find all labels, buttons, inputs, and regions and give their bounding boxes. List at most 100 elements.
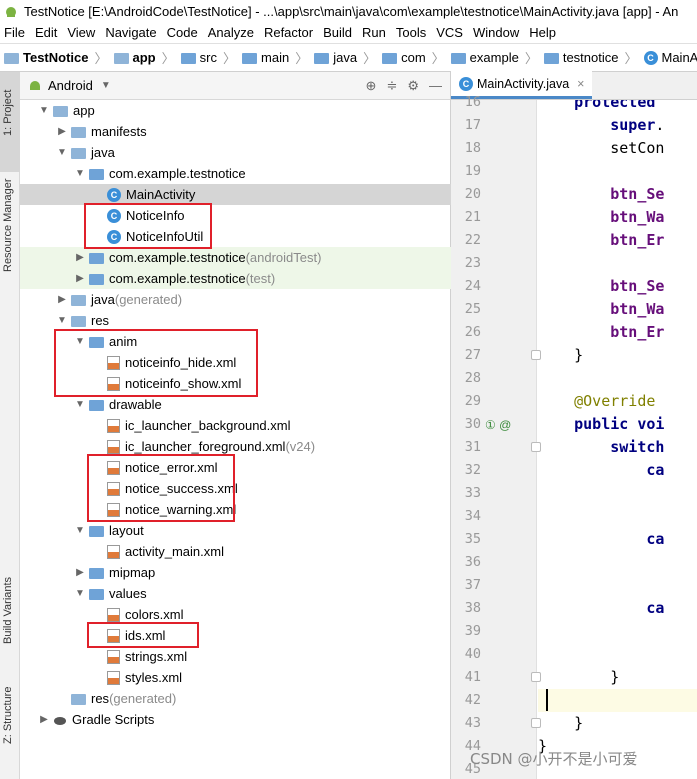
- code-line: ca: [646, 530, 665, 548]
- folder-icon: [382, 53, 398, 64]
- breadcrumb-item[interactable]: com: [382, 50, 426, 65]
- highlight-box-ids: [87, 622, 199, 648]
- expanded-arrow-icon[interactable]: ▼: [74, 525, 86, 536]
- expanded-arrow-icon[interactable]: ▼: [56, 315, 68, 326]
- tree-item[interactable]: ▼ java: [20, 142, 451, 163]
- breadcrumb-label: app: [132, 50, 156, 65]
- breadcrumb-item[interactable]: testnotice: [543, 50, 618, 65]
- tree-item[interactable]: ids.xml: [20, 625, 451, 646]
- menu-edit[interactable]: Edit: [31, 25, 63, 40]
- tree-item[interactable]: notice_error.xml: [20, 457, 451, 478]
- breadcrumb-item[interactable]: main: [242, 50, 289, 65]
- collapse-all-icon[interactable]: ≑: [386, 78, 397, 94]
- breadcrumb: TestNotice 〉 app 〉 src 〉 main 〉 java 〉 com 〉 example…: [0, 44, 697, 72]
- line-number: 37: [464, 577, 481, 593]
- collapsed-arrow-icon[interactable]: ▶: [38, 714, 50, 725]
- folder-icon: [450, 53, 466, 64]
- xml-file-icon: [107, 607, 120, 622]
- tree-item-label: mipmap: [109, 565, 156, 580]
- tree-item[interactable]: C MainActivity: [20, 184, 451, 205]
- code-line: super.: [610, 116, 665, 134]
- breadcrumb-item[interactable]: app: [113, 50, 156, 65]
- breadcrumb-item[interactable]: CMainActivity: [643, 50, 697, 65]
- tree-item[interactable]: ▶ com.example.testnotice (test): [20, 268, 451, 289]
- breadcrumb-item[interactable]: java: [314, 50, 357, 65]
- menu-view[interactable]: View: [63, 25, 101, 40]
- tree-item[interactable]: notice_success.xml: [20, 478, 451, 499]
- tree-item[interactable]: ▶ java (generated): [20, 289, 451, 310]
- hide-icon[interactable]: —: [429, 78, 442, 94]
- folder-icon: [71, 315, 86, 327]
- menu-window[interactable]: Window: [469, 25, 525, 40]
- line-number: 30: [464, 416, 481, 432]
- menu-run[interactable]: Run: [358, 25, 392, 40]
- tree-item[interactable]: ▼ res: [20, 310, 451, 331]
- menu-build[interactable]: Build: [319, 25, 358, 40]
- expanded-arrow-icon[interactable]: ▼: [74, 168, 86, 179]
- class-icon: C: [459, 76, 473, 91]
- tree-item[interactable]: ▶ com.example.testnotice (androidTest): [20, 247, 451, 268]
- collapsed-arrow-icon[interactable]: ▶: [74, 273, 86, 284]
- tree-item[interactable]: notice_warning.xml: [20, 499, 451, 520]
- chevron-down-icon[interactable]: ▼: [101, 80, 111, 91]
- expanded-arrow-icon[interactable]: ▼: [38, 105, 50, 116]
- menu-refactor[interactable]: Refactor: [260, 25, 319, 40]
- breadcrumb-item[interactable]: src: [180, 50, 217, 65]
- expanded-arrow-icon[interactable]: ▼: [74, 399, 86, 410]
- collapsed-arrow-icon[interactable]: ▶: [56, 126, 68, 137]
- folder-icon: [89, 567, 104, 579]
- collapsed-arrow-icon[interactable]: ▶: [74, 252, 86, 263]
- tab-label: MainActivity.java: [477, 76, 570, 91]
- tree-item[interactable]: ▼ com.example.testnotice: [20, 163, 451, 184]
- collapsed-arrow-icon[interactable]: ▶: [74, 567, 86, 578]
- locate-icon[interactable]: ⊕: [366, 78, 377, 94]
- tree-item[interactable]: ic_launcher_background.xml: [20, 415, 451, 436]
- tree-item[interactable]: styles.xml: [20, 667, 451, 688]
- tree-item[interactable]: strings.xml: [20, 646, 451, 667]
- menu-code[interactable]: Code: [163, 25, 204, 40]
- class-icon: C: [107, 187, 121, 202]
- menu-navigate[interactable]: Navigate: [101, 25, 162, 40]
- collapsed-arrow-icon[interactable]: ▶: [56, 294, 68, 305]
- menu-vcs[interactable]: VCS: [432, 25, 469, 40]
- chevron-right-icon: 〉: [524, 51, 538, 66]
- xml-file-icon: [107, 544, 120, 559]
- code-line: btn_Se: [610, 277, 665, 295]
- tree-item-label: values: [109, 586, 147, 601]
- tree-item[interactable]: ▼ app: [20, 100, 451, 121]
- tree-item[interactable]: ▶ Gradle Scripts: [20, 709, 451, 730]
- gear-icon[interactable]: ⚙: [407, 78, 419, 94]
- close-icon[interactable]: ×: [577, 77, 584, 91]
- tree-item[interactable]: ▼ layout: [20, 520, 451, 541]
- menu-tools[interactable]: Tools: [392, 25, 432, 40]
- tree-item[interactable]: ▶ mipmap: [20, 562, 451, 583]
- folder-icon: [71, 147, 86, 159]
- folder-icon: [71, 693, 86, 705]
- folder-icon: [314, 53, 330, 64]
- tree-item[interactable]: ▼ values: [20, 583, 451, 604]
- tab-resource-manager[interactable]: Resource Manager: [2, 178, 14, 272]
- breadcrumb-item[interactable]: TestNotice: [4, 50, 89, 65]
- tree-item-label: ic_launcher_background.xml: [125, 418, 291, 433]
- current-line-highlight: [538, 689, 697, 712]
- expanded-arrow-icon[interactable]: ▼: [74, 588, 86, 599]
- expanded-arrow-icon[interactable]: ▼: [56, 147, 68, 158]
- tree-item[interactable]: ▼ drawable: [20, 394, 451, 415]
- tree-item[interactable]: activity_main.xml: [20, 541, 451, 562]
- menu-analyze[interactable]: Analyze: [204, 25, 260, 40]
- menu-file[interactable]: File: [0, 25, 31, 40]
- tree-item[interactable]: colors.xml: [20, 604, 451, 625]
- tab-build-variants[interactable]: Build Variants: [2, 577, 14, 644]
- breadcrumb-label: com: [401, 50, 426, 65]
- override-marker-icon[interactable]: ① @: [485, 418, 511, 432]
- tree-item[interactable]: ic_launcher_foreground.xml (v24): [20, 436, 451, 457]
- menu-help[interactable]: Help: [525, 25, 562, 40]
- code-area[interactable]: protected super. setCon btn_Se btn_Wa bt…: [538, 100, 697, 779]
- tab-project[interactable]: 1: Project: [2, 90, 14, 136]
- breadcrumb-item[interactable]: example: [450, 50, 519, 65]
- code-line: }: [574, 346, 584, 364]
- tab-structure[interactable]: Z: Structure: [2, 687, 14, 744]
- project-view-select[interactable]: Android: [48, 78, 93, 93]
- tree-item[interactable]: ▶ manifests: [20, 121, 451, 142]
- tree-item[interactable]: res (generated): [20, 688, 451, 709]
